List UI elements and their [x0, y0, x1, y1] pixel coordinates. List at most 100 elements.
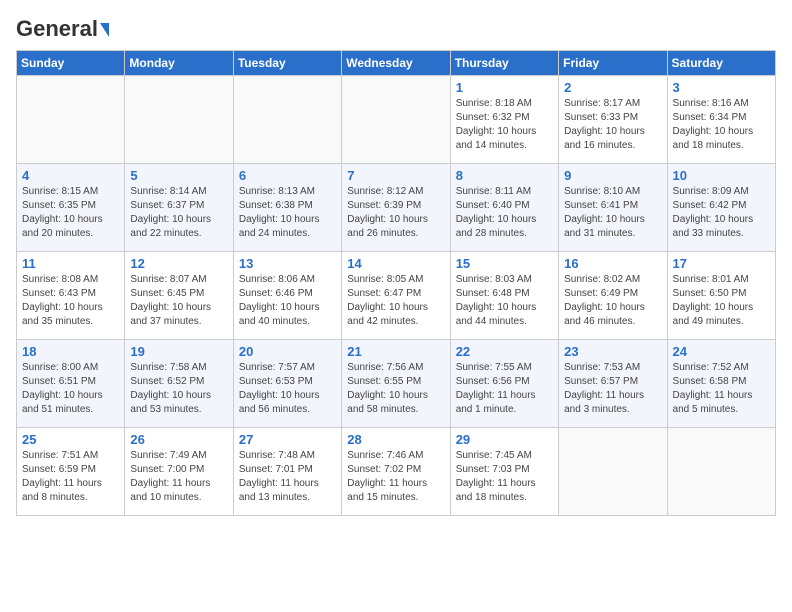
calendar-cell: 26 Sunrise: 7:49 AM Sunset: 7:00 PM Dayli…: [125, 428, 233, 516]
day-number: 3: [673, 80, 770, 95]
calendar-cell: 5 Sunrise: 8:14 AM Sunset: 6:37 PM Daylig…: [125, 164, 233, 252]
day-info: Sunrise: 8:18 AM Sunset: 6:32 PM Dayligh…: [456, 97, 553, 153]
logo: General: [16, 16, 109, 42]
calendar-cell: 23Sunrise: 7:53 AM Sunset: 6:57 PM Dayli…: [559, 340, 667, 428]
day-number: 8: [456, 168, 553, 183]
day-info: Sunrise: 7:52 AM Sunset: 6:58 PM Dayligh…: [673, 361, 770, 417]
calendar-cell: 20Sunrise: 7:57 AM Sunset: 6:53 PM Dayli…: [233, 340, 341, 428]
calendar-cell: 27 Sunrise: 7:48 AM Sunset: 7:01 PM Dayli…: [233, 428, 341, 516]
calendar-cell: 16 Sunrise: 8:02 AM Sunset: 6:49 PM Dayli…: [559, 252, 667, 340]
calendar-cell: 3 Sunrise: 8:16 AM Sunset: 6:34 PM Daylig…: [667, 76, 775, 164]
day-number: 9: [564, 168, 661, 183]
day-number: 22: [456, 344, 553, 359]
calendar-cell: [559, 428, 667, 516]
day-number: 25: [22, 432, 119, 447]
day-info: Sunrise: 8:16 AM Sunset: 6:34 PM Dayligh…: [673, 97, 770, 153]
day-info: Sunrise: 8:06 AM Sunset: 6:46 PM Dayligh…: [239, 273, 336, 329]
day-number: 13: [239, 256, 336, 271]
calendar-cell: 4 Sunrise: 8:15 AM Sunset: 6:35 PM Daylig…: [17, 164, 125, 252]
calendar-cell: 9 Sunrise: 8:10 AM Sunset: 6:41 PM Daylig…: [559, 164, 667, 252]
weekday-header-wednesday: Wednesday: [342, 51, 450, 76]
calendar-cell: 7 Sunrise: 8:12 AM Sunset: 6:39 PM Daylig…: [342, 164, 450, 252]
calendar-cell: 21 Sunrise: 7:56 AM Sunset: 6:55 PM Dayli…: [342, 340, 450, 428]
day-info: Sunrise: 8:07 AM Sunset: 6:45 PM Dayligh…: [130, 273, 227, 329]
calendar-cell: 29 Sunrise: 7:45 AM Sunset: 7:03 PM Dayli…: [450, 428, 558, 516]
calendar-cell: 15 Sunrise: 8:03 AM Sunset: 6:48 PM Dayli…: [450, 252, 558, 340]
day-number: 15: [456, 256, 553, 271]
weekday-header-thursday: Thursday: [450, 51, 558, 76]
calendar-cell: [125, 76, 233, 164]
day-number: 14: [347, 256, 444, 271]
day-info: Sunrise: 8:15 AM Sunset: 6:35 PM Dayligh…: [22, 185, 119, 241]
calendar-cell: 22 Sunrise: 7:55 AM Sunset: 6:56 PM Dayli…: [450, 340, 558, 428]
day-number: 12: [130, 256, 227, 271]
day-number: 29: [456, 432, 553, 447]
day-number: 6: [239, 168, 336, 183]
weekday-header-tuesday: Tuesday: [233, 51, 341, 76]
calendar-cell: 6 Sunrise: 8:13 AM Sunset: 6:38 PM Daylig…: [233, 164, 341, 252]
day-number: 7: [347, 168, 444, 183]
day-info: Sunrise: 8:00 AM Sunset: 6:51 PM Dayligh…: [22, 361, 119, 417]
day-info: Sunrise: 8:03 AM Sunset: 6:48 PM Dayligh…: [456, 273, 553, 329]
day-info: Sunrise: 7:51 AM Sunset: 6:59 PM Dayligh…: [22, 449, 119, 505]
calendar-cell: 10Sunrise: 8:09 AM Sunset: 6:42 PM Dayli…: [667, 164, 775, 252]
day-info: Sunrise: 7:45 AM Sunset: 7:03 PM Dayligh…: [456, 449, 553, 505]
day-number: 23: [564, 344, 661, 359]
weekday-header-monday: Monday: [125, 51, 233, 76]
page-header: General: [16, 16, 776, 42]
day-number: 28: [347, 432, 444, 447]
calendar-cell: 11 Sunrise: 8:08 AM Sunset: 6:43 PM Dayli…: [17, 252, 125, 340]
day-number: 11: [22, 256, 119, 271]
calendar-cell: 17 Sunrise: 8:01 AM Sunset: 6:50 PM Dayli…: [667, 252, 775, 340]
day-number: 26: [130, 432, 227, 447]
day-number: 20: [239, 344, 336, 359]
day-info: Sunrise: 8:08 AM Sunset: 6:43 PM Dayligh…: [22, 273, 119, 329]
day-info: Sunrise: 7:58 AM Sunset: 6:52 PM Dayligh…: [130, 361, 227, 417]
day-number: 1: [456, 80, 553, 95]
day-number: 17: [673, 256, 770, 271]
day-number: 16: [564, 256, 661, 271]
calendar-cell: 2 Sunrise: 8:17 AM Sunset: 6:33 PM Daylig…: [559, 76, 667, 164]
day-info: Sunrise: 7:56 AM Sunset: 6:55 PM Dayligh…: [347, 361, 444, 417]
calendar-cell: 13 Sunrise: 8:06 AM Sunset: 6:46 PM Dayli…: [233, 252, 341, 340]
calendar-cell: 28 Sunrise: 7:46 AM Sunset: 7:02 PM Dayli…: [342, 428, 450, 516]
day-info: Sunrise: 8:12 AM Sunset: 6:39 PM Dayligh…: [347, 185, 444, 241]
day-info: Sunrise: 8:17 AM Sunset: 6:33 PM Dayligh…: [564, 97, 661, 153]
logo-general: General: [16, 16, 98, 42]
calendar-cell: [17, 76, 125, 164]
calendar-cell: 18 Sunrise: 8:00 AM Sunset: 6:51 PM Dayli…: [17, 340, 125, 428]
day-info: Sunrise: 7:46 AM Sunset: 7:02 PM Dayligh…: [347, 449, 444, 505]
day-info: Sunrise: 8:14 AM Sunset: 6:37 PM Dayligh…: [130, 185, 227, 241]
day-info: Sunrise: 8:05 AM Sunset: 6:47 PM Dayligh…: [347, 273, 444, 329]
calendar-cell: [342, 76, 450, 164]
day-info: Sunrise: 8:13 AM Sunset: 6:38 PM Dayligh…: [239, 185, 336, 241]
day-number: 21: [347, 344, 444, 359]
weekday-header-friday: Friday: [559, 51, 667, 76]
day-number: 24: [673, 344, 770, 359]
calendar-cell: 24 Sunrise: 7:52 AM Sunset: 6:58 PM Dayli…: [667, 340, 775, 428]
day-number: 18: [22, 344, 119, 359]
weekday-header-saturday: Saturday: [667, 51, 775, 76]
day-info: Sunrise: 8:02 AM Sunset: 6:49 PM Dayligh…: [564, 273, 661, 329]
calendar-cell: 19 Sunrise: 7:58 AM Sunset: 6:52 PM Dayli…: [125, 340, 233, 428]
day-info: Sunrise: 7:55 AM Sunset: 6:56 PM Dayligh…: [456, 361, 553, 417]
day-info: Sunrise: 8:01 AM Sunset: 6:50 PM Dayligh…: [673, 273, 770, 329]
calendar-cell: [233, 76, 341, 164]
calendar-cell: 12 Sunrise: 8:07 AM Sunset: 6:45 PM Dayli…: [125, 252, 233, 340]
day-number: 27: [239, 432, 336, 447]
calendar-cell: 25 Sunrise: 7:51 AM Sunset: 6:59 PM Dayli…: [17, 428, 125, 516]
day-number: 5: [130, 168, 227, 183]
day-info: Sunrise: 7:49 AM Sunset: 7:00 PM Dayligh…: [130, 449, 227, 505]
day-number: 10: [673, 168, 770, 183]
calendar-cell: 8 Sunrise: 8:11 AM Sunset: 6:40 PM Daylig…: [450, 164, 558, 252]
calendar-table: SundayMondayTuesdayWednesdayThursdayFrid…: [16, 50, 776, 516]
day-info: Sunrise: 7:48 AM Sunset: 7:01 PM Dayligh…: [239, 449, 336, 505]
day-info: Sunrise: 8:10 AM Sunset: 6:41 PM Dayligh…: [564, 185, 661, 241]
day-number: 19: [130, 344, 227, 359]
day-number: 2: [564, 80, 661, 95]
logo-arrow-icon: [100, 23, 109, 37]
calendar-cell: 14 Sunrise: 8:05 AM Sunset: 6:47 PM Dayli…: [342, 252, 450, 340]
day-info: Sunrise: 8:11 AM Sunset: 6:40 PM Dayligh…: [456, 185, 553, 241]
day-number: 4: [22, 168, 119, 183]
calendar-cell: [667, 428, 775, 516]
